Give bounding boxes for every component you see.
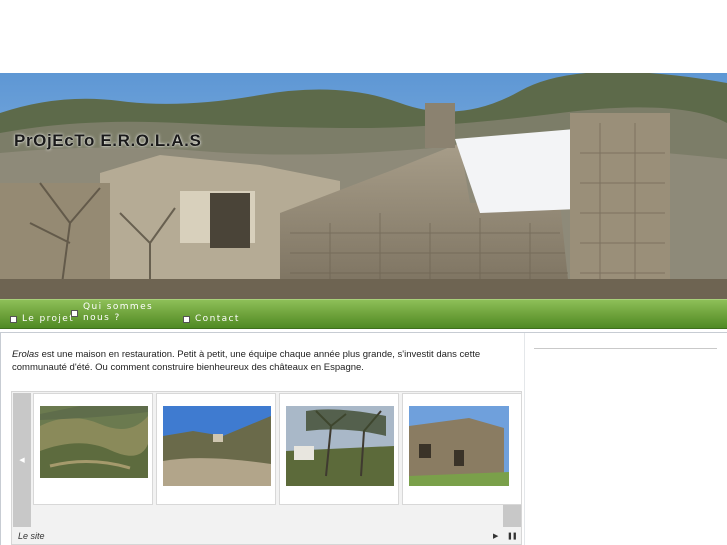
play-icon[interactable]: ▶ [493,533,498,540]
square-bullet-icon [10,316,17,323]
intro-text: est une maison en restauration. Petit à … [12,349,481,373]
nav-item-contact[interactable]: Contact [183,314,240,325]
header-banner: PrOjEcTo E.R.O.L.A.S [0,73,727,299]
gallery-caption: Le site [18,531,45,541]
triangle-left-icon: ◀ [19,456,25,464]
thumbnail-hillside-path [163,406,271,486]
gallery-thumbnail[interactable] [402,393,522,505]
sidebar-rule [534,348,717,349]
pause-icon[interactable]: ❚❚ [507,533,518,540]
gallery-thumbnail[interactable] [279,393,399,505]
gallery-prev-button[interactable]: ◀ [13,393,31,527]
nav-item-qui-sommes-nous[interactable]: Qui sommes nous ? [71,302,171,324]
gallery-thumbnail[interactable] [156,393,276,505]
thumbnail-aerial-landscape [40,406,148,478]
nav-item-le-projet[interactable]: Le projet [10,314,74,325]
intro-paragraph: Erolas est une maison en restauration. P… [12,348,517,374]
banner-photo [0,73,727,299]
nav-item-label: Contact [195,314,240,324]
site-title: PrOjEcTo E.R.O.L.A.S [14,131,202,150]
thumbnail-stone-house [409,406,509,486]
intro-name: Erolas [12,349,39,360]
thumbnail-trees-house [286,406,394,486]
square-bullet-icon [71,310,78,317]
nav-item-label: Le projet [22,314,75,324]
nav-item-label: Qui sommes nous ? [83,302,154,323]
square-bullet-icon [183,316,190,323]
column-divider [524,333,525,545]
gallery-thumbnail[interactable] [33,393,153,505]
main-nav: Le projet Qui sommes nous ? Contact [0,299,727,329]
